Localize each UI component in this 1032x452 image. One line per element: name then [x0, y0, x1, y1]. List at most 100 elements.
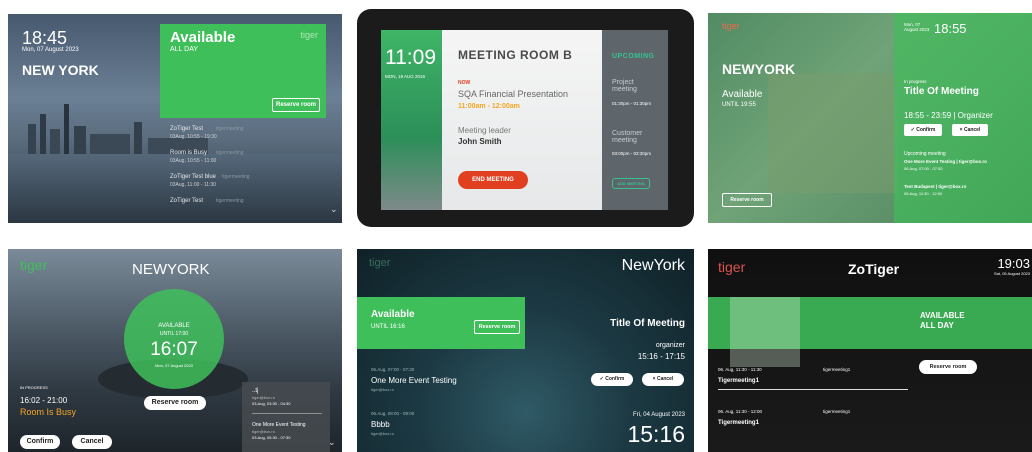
- close-icon: ×: [652, 376, 656, 382]
- list-item[interactable]: 06. Aug, 11:30 - 12:00 tigermeeting1 Tig…: [718, 409, 908, 431]
- event-organizer: tiger@box.ro: [371, 431, 394, 436]
- tile-newyork-desk: tiger Mon, 07 August 2023 18:55 NEWYORK …: [708, 13, 1032, 223]
- progress-label: IN PROGRESS: [20, 385, 48, 390]
- event-organizer: tiger@box.ro: [371, 387, 394, 392]
- room-name: NEW YORK: [22, 62, 99, 78]
- list-item[interactable]: One More Event Testing | tiger@box.ro 06…: [904, 159, 1024, 175]
- confirm-button[interactable]: ✓ Confirm: [904, 124, 942, 136]
- list-item[interactable]: Room is Busy tigermeeting 03Aug, 10:55 -…: [166, 148, 331, 172]
- event-title: One More Event Testing | tiger@box.ro: [904, 159, 987, 164]
- list-item[interactable]: ..tj tiger@box.ro 03.Aug, 03:30 - 04:30: [252, 388, 328, 410]
- check-icon: ✓: [910, 127, 915, 133]
- event-organizer: tigermeeting: [216, 150, 244, 156]
- events-panel: ..tj tiger@box.ro 03.Aug, 03:30 - 04:30 …: [242, 382, 330, 452]
- list-item[interactable]: 06. Aug, 11:30 - 11:30 tigermeeting1 Tig…: [718, 367, 908, 390]
- status-title: Available: [722, 89, 763, 100]
- status-title: AVAILABLE: [920, 311, 965, 320]
- event-title: ZoTiger Test: [170, 198, 204, 204]
- list-item[interactable]: ZoTiger Test blue tigermeeting 03Aug, 11…: [166, 172, 331, 196]
- leader-name: John Smith: [458, 137, 502, 146]
- status-title: Available: [170, 29, 236, 46]
- meeting-span: 16:02 - 21:00: [20, 396, 68, 405]
- now-label: NOW: [458, 80, 471, 86]
- organizer: organizer: [655, 342, 685, 349]
- clock-time: 18:55: [934, 21, 967, 36]
- clock-time: 16:07: [150, 339, 198, 360]
- room-name: MEETING ROOM B: [458, 48, 573, 62]
- event-title: Test Budapest | tiger@box.ro: [904, 184, 967, 189]
- upcoming-panel: UPCOMING Project meeting 01:30pm - 01:30…: [602, 30, 668, 210]
- leader-label: Meeting leader: [458, 126, 511, 135]
- upcoming-time: 03:00pm - 03:30pm: [612, 151, 652, 156]
- status-title: Available: [371, 309, 415, 320]
- divider: [252, 413, 322, 414]
- meeting-title: Title Of Meeting: [904, 86, 979, 97]
- reserve-room-button[interactable]: Reserve room: [919, 360, 977, 374]
- chevron-down-icon[interactable]: ⌄: [330, 204, 338, 215]
- clock-date: Fri, 04 August 2023: [632, 412, 685, 418]
- confirm-label: Confirm: [605, 376, 625, 382]
- confirm-button[interactable]: ✓ Confirm: [591, 373, 633, 386]
- reserve-room-button[interactable]: Reserve room: [144, 396, 206, 410]
- upcoming-heading: Upcoming meeting: [904, 151, 946, 157]
- list-item[interactable]: One More Event Testing tiger@box.ro 03.A…: [252, 422, 328, 448]
- cancel-button[interactable]: Cancel: [72, 435, 112, 449]
- event-title: One More Event Testing: [252, 422, 306, 428]
- event-time: 06.Aug, 07:00 - 07:30: [371, 367, 415, 372]
- status-circle: AVAILABLE UNTIL 17:00 16:07 Mon, 07 Augu…: [124, 289, 224, 389]
- event-title: Bbbb: [371, 420, 390, 429]
- event-time: 06. Aug, 11:30 - 11:30: [718, 367, 762, 372]
- event-title: One More Event Testing: [371, 376, 457, 385]
- tile-zotiger: tiger ZoTiger 19:03 Sat, 05 August 2023 …: [708, 249, 1032, 452]
- list-item[interactable]: ZoTiger Test tigermeeting 03Aug, 10:55 -…: [166, 124, 331, 148]
- meeting-title: SQA Financial Presentation: [458, 89, 569, 99]
- cancel-button[interactable]: × Cancel: [642, 373, 684, 386]
- end-meeting-button[interactable]: END MEETING: [458, 171, 528, 189]
- event-title: ..tj: [252, 388, 259, 394]
- tile-newyork-tunnel: tiger NewYork Available UNTIL 16:16 Rese…: [357, 249, 694, 452]
- clock-time: 18:45: [22, 28, 68, 48]
- details-panel: MEETING ROOM B NOW SQA Financial Present…: [442, 30, 602, 210]
- progress-label: In progress: [904, 79, 927, 84]
- events-list: ZoTiger Test tigermeeting 03Aug, 10:55 -…: [166, 124, 331, 216]
- close-icon: ×: [959, 127, 963, 133]
- clock-time: 19:03: [997, 256, 1030, 271]
- confirm-button[interactable]: Confirm: [20, 435, 60, 449]
- check-icon: ✓: [599, 376, 604, 382]
- event-time: 06.Aug, 08:00 - 09:00: [371, 411, 415, 416]
- reserve-room-button[interactable]: Reserve room: [474, 320, 520, 334]
- cancel-button[interactable]: × Cancel: [952, 124, 988, 136]
- brand-logo: tiger: [300, 30, 318, 40]
- meeting-span: 18:55 - 23:59 | Organizer: [904, 111, 993, 120]
- event-time: 03Aug, 10:55 - 11:00: [170, 158, 217, 164]
- status-until: UNTIL 16:16: [371, 324, 405, 330]
- event-title: Room is Busy: [170, 150, 208, 156]
- reserve-room-button[interactable]: Reserve room: [722, 193, 772, 207]
- event-time: 03Aug, 10:55 - 19:30: [170, 134, 217, 140]
- list-item[interactable]: ZoTiger Test tigermeeting: [166, 196, 331, 216]
- chevron-down-icon[interactable]: ⌄: [328, 437, 336, 448]
- meeting-title: Title Of Meeting: [610, 318, 685, 329]
- meeting-span: 15:16 - 17:15: [637, 352, 685, 361]
- event-title: Tigermeeting1: [718, 378, 759, 384]
- clock-time: 15:16: [627, 421, 685, 447]
- list-item[interactable]: 06.Aug, 07:00 - 07:30 One More Event Tes…: [371, 367, 521, 395]
- upcoming-heading: UPCOMING: [612, 53, 655, 60]
- brand-logo: tiger: [718, 259, 746, 275]
- green-overlay: [708, 13, 894, 223]
- reserve-room-button[interactable]: Reserve room: [272, 98, 320, 112]
- busy-label: Room Is Busy: [20, 407, 77, 417]
- status-panel: Available UNTIL 16:16 Reserve room: [357, 297, 525, 349]
- status-subtitle: ALL DAY: [920, 321, 954, 330]
- tile-newyork-skyline: 18:45 Mon, 07 August 2023 NEW YORK Avail…: [8, 14, 342, 223]
- list-item[interactable]: Test Budapest | tiger@box.ro 06.Aug, 11:…: [904, 184, 1024, 200]
- event-organizer: tigermeeting1: [823, 409, 851, 414]
- add-meeting-button[interactable]: ADD MEETING: [612, 178, 650, 189]
- event-title: ZoTiger Test blue: [170, 174, 217, 180]
- event-time: 03.Aug, 03:30 - 04:30: [252, 401, 291, 406]
- list-item[interactable]: 06.Aug, 08:00 - 09:00 Bbbb tiger@box.ro: [371, 411, 521, 439]
- event-organizer: tiger@box.ro: [252, 395, 275, 400]
- event-time: 06. Aug, 11:30 - 12:00: [718, 409, 762, 414]
- event-organizer: tiger@box.ro: [252, 429, 275, 434]
- event-time: 06.Aug, 07:00 - 07:30: [904, 166, 943, 171]
